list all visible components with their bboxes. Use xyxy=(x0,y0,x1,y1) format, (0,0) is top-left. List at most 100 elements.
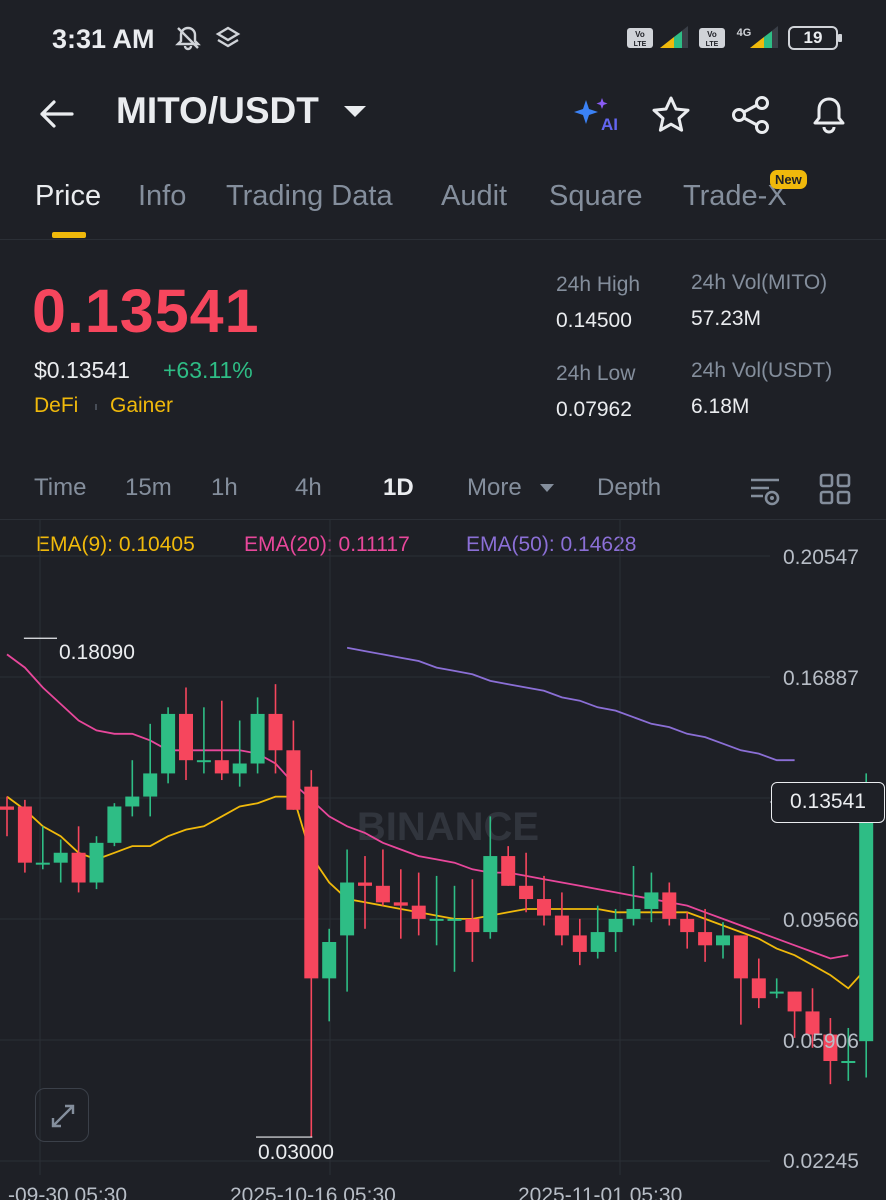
price-axis-label: 0.02245 xyxy=(783,1150,859,1173)
ema50-line xyxy=(346,646,795,762)
date-axis-label: -09-30 05:30 xyxy=(8,1184,128,1200)
tag-separator xyxy=(95,404,97,410)
candle-body xyxy=(232,763,247,774)
stat-vol-usdt-label: 24h Vol(USDT) xyxy=(691,359,833,382)
tab-info[interactable]: Info xyxy=(138,180,186,213)
candle-body xyxy=(286,750,301,810)
candle-body xyxy=(429,918,444,921)
svg-text:Vo: Vo xyxy=(635,30,645,39)
stat-vol-usdt-value: 6.18M xyxy=(691,395,750,418)
candle-body xyxy=(375,885,390,903)
battery-indicator: 19 xyxy=(788,26,842,50)
status-bar: 3:31 AM Vo LTE Vo LTE 4G 19 xyxy=(0,0,886,80)
candle-body xyxy=(483,856,498,933)
price-axis-label: 0.20547 xyxy=(783,546,859,569)
tab-price[interactable]: Price xyxy=(35,180,101,213)
candlestick-chart[interactable]: BINANCE xyxy=(0,520,886,1200)
price-axis-label: 0.05906 xyxy=(783,1030,859,1053)
low-marker-label: 0.03000 xyxy=(258,1141,334,1164)
candle-body xyxy=(107,806,122,843)
candle-body xyxy=(465,918,480,933)
price-axis-label: 0.16887 xyxy=(783,667,859,690)
candle-body xyxy=(447,918,462,921)
price-axis-label: 0.09566 xyxy=(783,909,859,932)
candle-body xyxy=(393,902,408,906)
candle-body xyxy=(554,915,569,936)
tab-square[interactable]: Square xyxy=(549,180,643,213)
new-badge: New xyxy=(770,170,807,189)
candle-body xyxy=(537,899,551,916)
date-axis-label: 2025-10-16 05:30 xyxy=(230,1184,396,1200)
tag-defi[interactable]: DeFi xyxy=(34,394,78,418)
candle-body xyxy=(716,935,730,946)
candle-body xyxy=(751,978,766,999)
last-price: 0.13541 xyxy=(32,277,260,345)
tab-audit[interactable]: Audit xyxy=(441,180,507,213)
stat-low-label: 24h Low xyxy=(556,362,636,385)
candle-body xyxy=(17,806,32,863)
candle-body xyxy=(626,908,641,919)
candle-body xyxy=(787,991,802,1012)
current-price-tag: 0.13541 xyxy=(771,782,885,823)
grid-layout-icon[interactable] xyxy=(818,472,852,506)
expand-icon xyxy=(51,1104,75,1128)
ai-sparkle-icon[interactable]: AI xyxy=(572,94,618,134)
status-time: 3:31 AM xyxy=(52,24,155,54)
candle-body xyxy=(698,932,713,946)
candle-body xyxy=(268,713,283,751)
candle-body xyxy=(304,786,319,979)
candle-body xyxy=(179,713,193,761)
tab-bar: Price Info Trading Data Audit Square Tra… xyxy=(0,160,886,240)
candle-body xyxy=(35,862,50,865)
interval-1d[interactable]: 1D xyxy=(383,474,414,502)
candle-body xyxy=(859,806,874,1042)
svg-text:Vo: Vo xyxy=(707,30,717,39)
star-icon[interactable] xyxy=(650,94,692,136)
share-icon[interactable] xyxy=(729,94,773,136)
candle-body xyxy=(411,905,426,919)
interval-more[interactable]: More xyxy=(467,474,522,502)
chevron-down-icon[interactable] xyxy=(344,106,366,117)
svg-text:AI: AI xyxy=(601,115,618,134)
expand-chart-button[interactable] xyxy=(35,1088,89,1142)
candle-body xyxy=(590,932,605,952)
stat-high-label: 24h High xyxy=(556,273,641,296)
candle-body xyxy=(680,918,695,933)
layers-icon xyxy=(215,26,241,48)
candle-body xyxy=(0,806,14,810)
candle-body xyxy=(769,991,784,994)
signal-sim1-icon: Vo LTE xyxy=(627,26,688,48)
interval-depth[interactable]: Depth xyxy=(597,474,661,502)
candle-body xyxy=(340,882,355,936)
high-marker-label: 0.18090 xyxy=(59,641,135,664)
candle-body xyxy=(89,842,104,883)
candle-body xyxy=(519,885,534,900)
interval-15m[interactable]: 15m xyxy=(125,474,172,502)
stat-low-value: 0.07962 xyxy=(556,398,632,421)
tag-gainer[interactable]: Gainer xyxy=(110,394,173,418)
interval-time[interactable]: Time xyxy=(34,474,86,502)
interval-4h[interactable]: 4h xyxy=(295,474,322,502)
chart-settings-icon[interactable] xyxy=(748,474,782,508)
candle-body xyxy=(53,852,68,863)
interval-1h[interactable]: 1h xyxy=(211,474,238,502)
pair-title[interactable]: MITO/USDT xyxy=(116,90,319,132)
candle-body xyxy=(733,935,748,979)
candle-body xyxy=(572,935,587,952)
chevron-down-icon[interactable] xyxy=(540,484,554,492)
bell-icon[interactable] xyxy=(808,94,850,136)
candle-body xyxy=(196,760,211,763)
interval-bar: Time 15m 1h 4h 1D More Depth xyxy=(0,460,886,520)
candle-body xyxy=(501,856,516,886)
header: MITO/USDT AI xyxy=(0,80,886,150)
svg-text:LTE: LTE xyxy=(634,41,647,48)
svg-text:4G: 4G xyxy=(737,27,752,39)
candle-body xyxy=(71,852,86,883)
candle-body xyxy=(125,796,140,807)
candle-body xyxy=(644,892,659,909)
candle-body xyxy=(143,773,158,797)
mute-bell-icon xyxy=(175,26,201,51)
candle-body xyxy=(161,713,176,774)
tab-trading-data[interactable]: Trading Data xyxy=(226,180,393,213)
back-arrow-icon[interactable] xyxy=(36,94,76,134)
